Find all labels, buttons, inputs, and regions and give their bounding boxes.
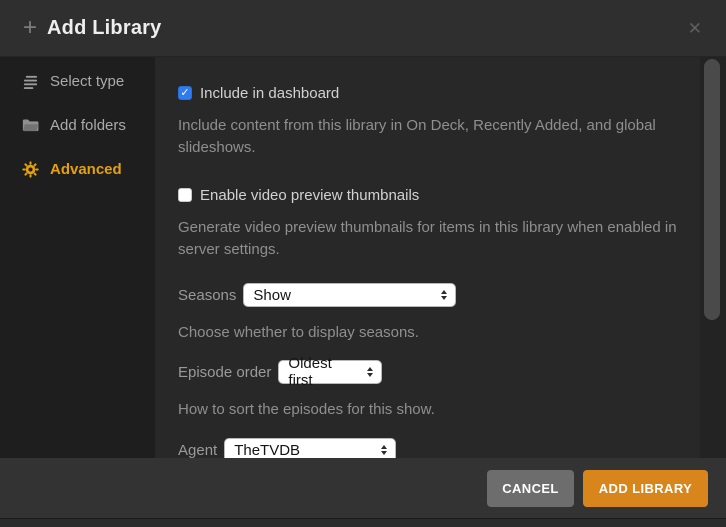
video-preview-checkbox[interactable] [178, 188, 192, 202]
scrollbar-thumb[interactable] [704, 59, 720, 320]
video-preview-row: Enable video preview thumbnails [178, 186, 700, 204]
dialog-footer: CANCEL ADD LIBRARY [0, 458, 726, 519]
include-dashboard-label[interactable]: Include in dashboard [200, 85, 339, 102]
sidebar-item-label: Advanced [50, 161, 122, 178]
sidebar-item-advanced[interactable]: Advanced [0, 147, 155, 191]
include-dashboard-row: ✓ Include in dashboard [178, 84, 700, 102]
dialog-title: Add Library [47, 17, 161, 40]
folder-icon [22, 117, 39, 134]
video-preview-label[interactable]: Enable video preview thumbnails [200, 187, 419, 204]
sidebar-item-label: Add folders [50, 117, 126, 134]
episode-order-row: Episode order Oldest first [178, 360, 700, 384]
seasons-select[interactable]: Show [243, 283, 456, 307]
include-dashboard-checkbox[interactable]: ✓ [178, 86, 192, 100]
select-arrows-icon [367, 367, 373, 377]
gear-icon [22, 161, 39, 178]
dialog-header: + Add Library ✕ [0, 0, 726, 57]
seasons-label: Seasons [178, 287, 236, 304]
agent-label: Agent [178, 442, 217, 459]
dialog-sidebar: Select type Add folders [0, 57, 155, 458]
episode-order-select[interactable]: Oldest first [278, 360, 382, 384]
add-library-dialog: + Add Library ✕ Select type [0, 0, 726, 527]
list-lines-icon [22, 73, 39, 90]
scrollbar-track[interactable] [700, 57, 726, 458]
episode-order-help: How to sort the episodes for this show. [178, 399, 694, 421]
include-dashboard-help: Include content from this library in On … [178, 115, 694, 159]
sidebar-item-select-type[interactable]: Select type [0, 59, 155, 103]
sidebar-item-label: Select type [50, 73, 124, 90]
agent-select-value: TheTVDB [234, 442, 371, 459]
cancel-button[interactable]: CANCEL [487, 470, 574, 507]
sidebar-item-add-folders[interactable]: Add folders [0, 103, 155, 147]
page-background-strip [0, 519, 726, 527]
agent-row: Agent TheTVDB [178, 438, 700, 458]
select-arrows-icon [441, 290, 447, 300]
select-arrows-icon [381, 445, 387, 455]
advanced-settings-panel: ✓ Include in dashboard Include content f… [155, 57, 700, 458]
dialog-body: Select type Add folders [0, 57, 726, 458]
episode-order-select-value: Oldest first [288, 355, 357, 389]
close-icon[interactable]: ✕ [684, 16, 706, 41]
add-library-button[interactable]: ADD LIBRARY [583, 470, 708, 507]
seasons-select-value: Show [253, 287, 431, 304]
video-preview-help: Generate video preview thumbnails for it… [178, 217, 694, 261]
seasons-row: Seasons Show [178, 283, 700, 307]
seasons-help: Choose whether to display seasons. [178, 322, 694, 344]
agent-select[interactable]: TheTVDB [224, 438, 396, 458]
episode-order-label: Episode order [178, 364, 271, 381]
plus-icon: + [23, 16, 37, 40]
check-icon: ✓ [180, 88, 189, 99]
